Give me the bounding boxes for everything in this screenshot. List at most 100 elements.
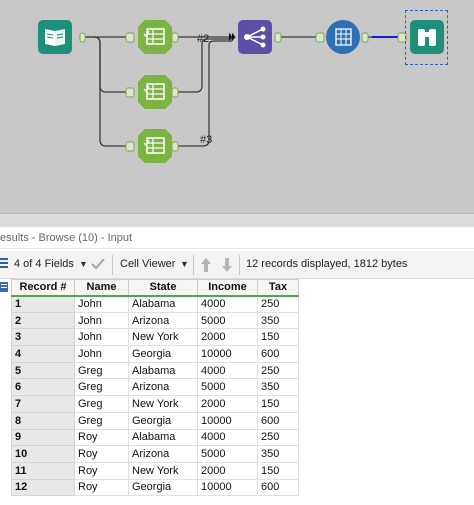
record-number: 10 [11,445,75,463]
results-table: Record # Name State Income Tax 1 John Alab… [11,279,299,497]
cell-name[interactable]: Greg [74,411,129,430]
column-header[interactable]: Tax [257,279,299,297]
table-row[interactable]: 5 Greg Alabama 4000 250 [11,361,299,380]
record-number: 12 [11,478,75,497]
arrow-up-icon[interactable] [200,257,212,273]
record-number: 7 [11,395,75,413]
cell-state[interactable]: Georgia [128,411,198,430]
cell-tax[interactable]: 150 [257,328,299,347]
cell-income[interactable]: 10000 [197,345,258,363]
table-row[interactable]: 7 Greg New York 2000 150 [11,395,299,413]
fields-dropdown-icon[interactable]: ▼ [79,259,88,269]
browse-tool[interactable] [410,20,444,54]
cell-name[interactable]: Roy [74,428,129,447]
table-row[interactable]: 8 Greg Georgia 10000 600 [11,411,299,430]
table-checkmark-icon [143,28,165,45]
workflow-canvas[interactable]: #2 #3 [0,0,474,213]
table-row[interactable]: 12 Roy Georgia 10000 600 [11,478,299,497]
cell-tax[interactable]: 350 [257,378,299,397]
binoculars-icon [418,29,436,46]
record-number: 9 [11,428,75,447]
cell-state[interactable]: New York [128,461,198,480]
cell-state[interactable]: Alabama [128,361,198,380]
cell-tax[interactable]: 250 [257,361,299,380]
cell-tax[interactable]: 600 [257,478,299,497]
cell-income[interactable]: 2000 [197,461,258,480]
select-tool-1[interactable] [138,20,172,54]
arrow-down-icon[interactable] [221,257,233,273]
cell-state[interactable]: Arizona [128,378,198,397]
cell-viewer-selector[interactable]: Cell Viewer [120,258,175,270]
cell-tax[interactable]: 600 [257,411,299,430]
union-tool[interactable] [238,20,272,54]
cell-income[interactable]: 5000 [197,378,258,397]
list-icon[interactable] [0,257,10,271]
select-tool-2[interactable] [138,75,172,109]
table-checkmark-icon [143,137,165,154]
toolbar-separator [239,255,240,275]
table-row[interactable]: 4 John Georgia 10000 600 [11,345,299,363]
cell-name[interactable]: John [74,345,129,363]
book-icon [45,29,65,46]
cell-name[interactable]: Roy [74,445,129,463]
cell-name[interactable]: John [74,311,129,330]
select-tool-3[interactable] [138,129,172,163]
cell-tax[interactable]: 250 [257,428,299,447]
cell-tax[interactable]: 600 [257,345,299,363]
cell-income[interactable]: 10000 [197,411,258,430]
cell-tax[interactable]: 250 [257,295,299,313]
cell-income[interactable]: 2000 [197,328,258,347]
cell-name[interactable]: Greg [74,361,129,380]
cell-name[interactable]: Greg [74,378,129,397]
table-row[interactable]: 9 Roy Alabama 4000 250 [11,428,299,447]
cell-income[interactable]: 5000 [197,311,258,330]
cell-viewer-dropdown-icon[interactable]: ▼ [180,259,189,269]
cell-state[interactable]: New York [128,328,198,347]
table-row[interactable]: 2 John Arizona 5000 350 [11,311,299,330]
cell-income[interactable]: 4000 [197,295,258,313]
record-number: 11 [11,461,75,480]
checkmark-icon[interactable] [91,257,105,271]
table-checkmark-icon [143,83,165,100]
cell-name[interactable]: Greg [74,395,129,413]
cell-state[interactable]: Alabama [128,428,198,447]
table-row[interactable]: 6 Greg Arizona 5000 350 [11,378,299,397]
connection-label-3: #3 [200,134,213,146]
input-data-tool[interactable] [38,20,72,54]
column-header[interactable]: State [128,279,198,297]
cell-income[interactable]: 10000 [197,478,258,497]
cell-income[interactable]: 5000 [197,445,258,463]
cell-name[interactable]: John [74,328,129,347]
cell-name[interactable]: Roy [74,461,129,480]
cell-income[interactable]: 4000 [197,428,258,447]
cell-income[interactable]: 4000 [197,361,258,380]
fields-selector[interactable]: 4 of 4 Fields [14,258,74,270]
column-header[interactable]: Income [197,279,258,297]
cell-tax[interactable]: 350 [257,311,299,330]
cell-state[interactable]: Georgia [128,478,198,497]
cell-tax[interactable]: 150 [257,395,299,413]
cell-tax[interactable]: 350 [257,445,299,463]
cell-state[interactable]: New York [128,395,198,413]
cell-tax[interactable]: 150 [257,461,299,480]
cell-state[interactable]: Alabama [128,295,198,313]
table-row[interactable]: 10 Roy Arizona 5000 350 [11,445,299,463]
table-row[interactable]: 11 Roy New York 2000 150 [11,461,299,480]
results-toolbar: 4 of 4 Fields ▼ Cell Viewer ▼ 12 records… [0,251,474,279]
table-row[interactable]: 1 John Alabama 4000 250 [11,295,299,313]
table-view-icon[interactable] [0,280,10,310]
cell-state[interactable]: Georgia [128,345,198,363]
summarize-tool[interactable] [326,20,360,54]
sigma-grid-icon [335,28,352,46]
table-row[interactable]: 3 John New York 2000 150 [11,328,299,347]
cell-state[interactable]: Arizona [128,445,198,463]
connection-label-2: #2 [197,33,210,45]
column-header[interactable]: Record # [11,279,75,297]
cell-name[interactable]: John [74,295,129,313]
cell-income[interactable]: 2000 [197,395,258,413]
toolbar-separator [112,255,113,275]
panel-splitter[interactable] [0,213,474,227]
cell-name[interactable]: Roy [74,478,129,497]
cell-state[interactable]: Arizona [128,311,198,330]
column-header[interactable]: Name [74,279,129,297]
